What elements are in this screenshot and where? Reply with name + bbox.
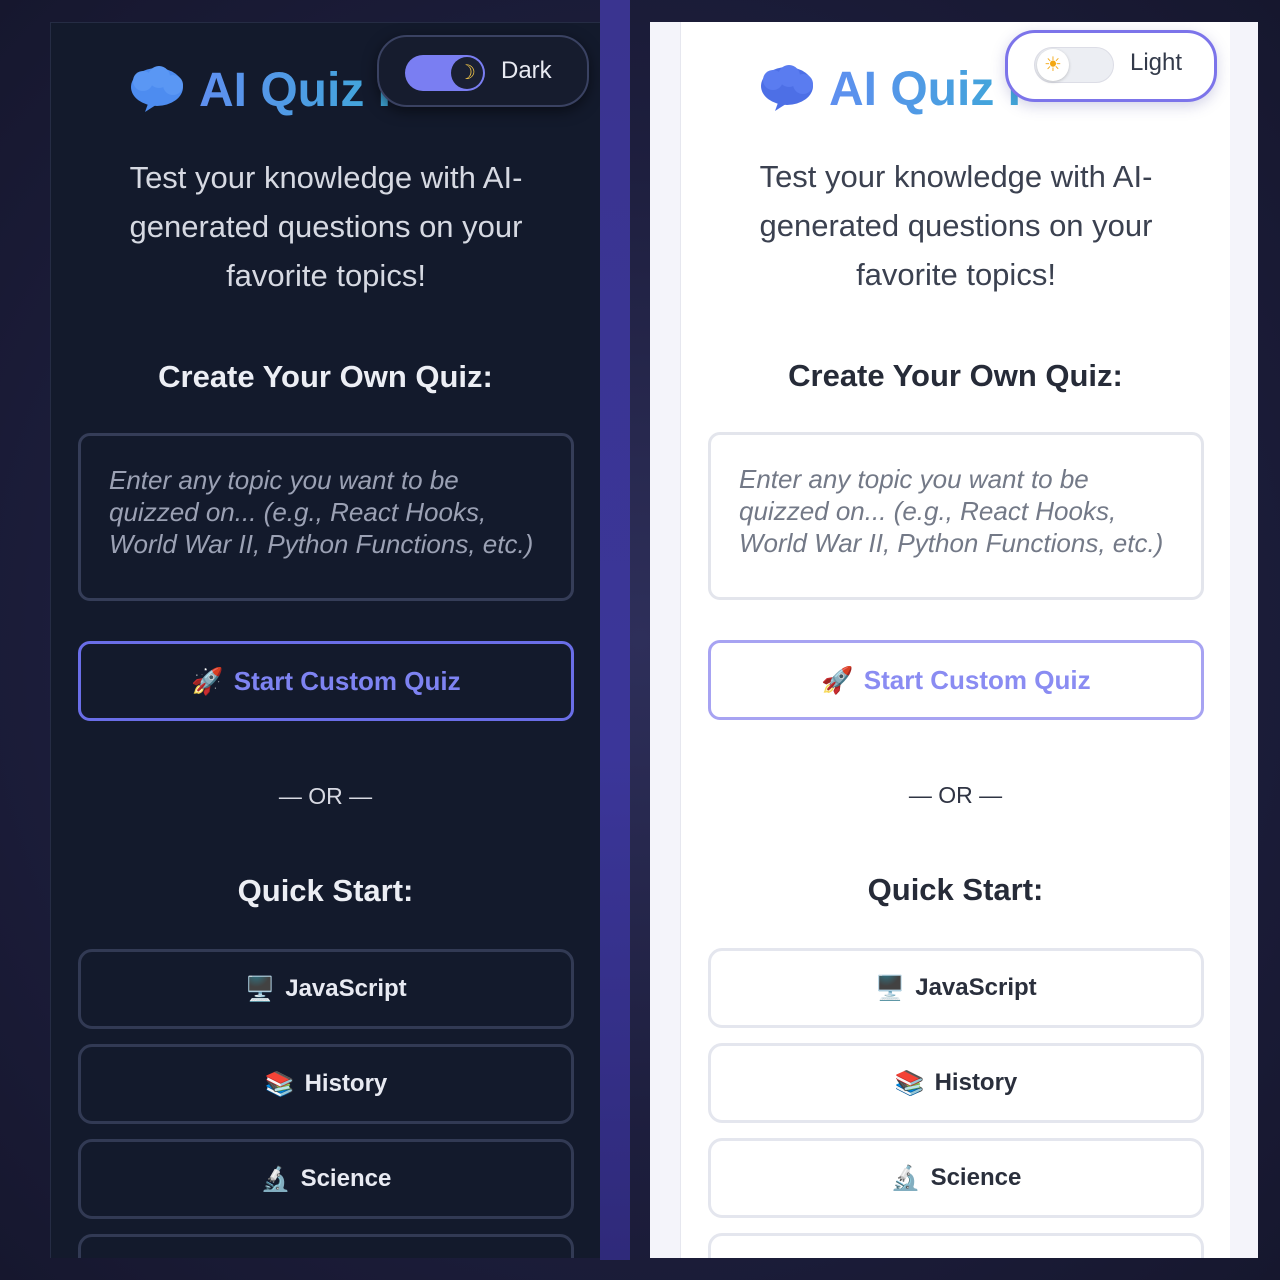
background-strip: [600, 0, 630, 1260]
create-quiz-heading: Create Your Own Quiz:: [158, 359, 493, 394]
quick-topic-history[interactable]: 📚 History: [708, 1043, 1204, 1123]
app-subtitle: Test your knowledge with AI-generated qu…: [759, 159, 1153, 292]
quick-topic-label: JavaScript: [915, 974, 1037, 1001]
start-custom-quiz-label: Start Custom Quiz: [863, 664, 1091, 695]
theme-toggle[interactable]: ☽ Dark: [377, 35, 589, 107]
toggle-switch[interactable]: ☀: [1034, 47, 1114, 83]
create-quiz-heading: Create Your Own Quiz:: [788, 358, 1123, 393]
theme-label: Light: [1130, 49, 1183, 76]
quick-start-heading: Quick Start:: [237, 873, 414, 908]
quick-topic-history[interactable]: 📚 History: [78, 1044, 574, 1124]
quick-topic-label: JavaScript: [285, 975, 407, 1002]
dark-theme-panel: AI Quiz I ☽ Dark Test your knowledge wit…: [50, 22, 600, 1258]
topic-input[interactable]: [78, 433, 574, 601]
theme-toggle[interactable]: ☀ Light: [1005, 30, 1217, 102]
rocket-icon: 🚀: [191, 665, 224, 696]
app-subtitle: Test your knowledge with AI-generated qu…: [129, 160, 523, 293]
quick-topic-science[interactable]: 🔬 Science: [708, 1138, 1204, 1218]
books-icon: 📚: [894, 1069, 925, 1097]
quick-topic-javascript[interactable]: 🖥️ JavaScript: [78, 949, 574, 1029]
start-custom-quiz-button[interactable]: 🚀 Start Custom Quiz: [78, 641, 574, 721]
sun-icon: ☀: [1037, 49, 1069, 81]
quick-topic-label: History: [304, 1070, 388, 1097]
app-title: AI Quiz I: [199, 59, 391, 123]
quick-topic-label: Science: [300, 1165, 392, 1192]
quick-topic-label: History: [934, 1069, 1018, 1096]
books-icon: 📚: [264, 1070, 295, 1098]
quick-topic-partial[interactable]: [708, 1233, 1204, 1258]
speech-bubble-icon: [761, 65, 813, 111]
quick-topic-partial[interactable]: [78, 1234, 574, 1258]
or-separator: — OR —: [278, 783, 373, 809]
theme-label: Dark: [501, 57, 552, 84]
app-title: AI Quiz I: [829, 58, 1021, 122]
start-custom-quiz-label: Start Custom Quiz: [233, 665, 461, 696]
quick-topic-label: Science: [930, 1164, 1022, 1191]
computer-icon: 🖥️: [245, 975, 276, 1003]
moon-icon: ☽: [451, 57, 483, 89]
quick-start-heading: Quick Start:: [867, 872, 1044, 907]
or-separator: — OR —: [908, 782, 1003, 808]
quick-topic-javascript[interactable]: 🖥️ JavaScript: [708, 948, 1204, 1028]
computer-icon: 🖥️: [875, 974, 906, 1002]
microscope-icon: 🔬: [260, 1165, 291, 1193]
rocket-icon: 🚀: [821, 664, 854, 695]
light-theme-panel: AI Quiz I ☀ Light Test your knowledge wi…: [680, 22, 1230, 1258]
microscope-icon: 🔬: [890, 1164, 921, 1192]
toggle-switch[interactable]: ☽: [405, 55, 485, 91]
topic-input[interactable]: [708, 432, 1204, 600]
quick-topic-science[interactable]: 🔬 Science: [78, 1139, 574, 1219]
speech-bubble-icon: [131, 66, 183, 112]
start-custom-quiz-button[interactable]: 🚀 Start Custom Quiz: [708, 640, 1204, 720]
